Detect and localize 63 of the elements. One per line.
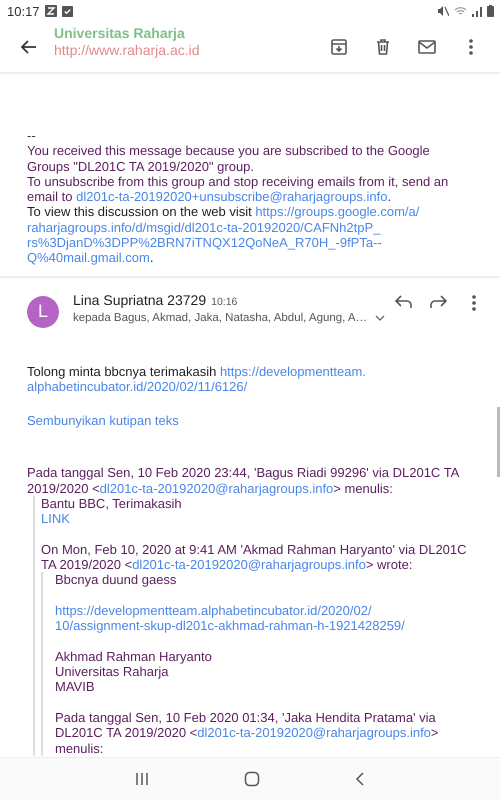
- email-text: DL201C TA 2019/2020 <: [55, 725, 198, 740]
- more-icon: [468, 38, 474, 56]
- home-icon[interactable]: [244, 771, 260, 787]
- more-icon: [471, 294, 478, 312]
- link[interactable]: 10/assignment-skup-dl201c-akhmad-rahman-h-1921428259/: [55, 618, 405, 634]
- email-text: MAVIB: [55, 679, 94, 694]
- email-text: Akhmad Rahman Haryanto: [55, 648, 212, 664]
- email-text: Pada tanggal Sen, 10 Feb 2020 23:44, 'Bagus Riadi 99296' via DL201C TA: [27, 465, 460, 480]
- mute-icon: [437, 5, 449, 17]
- link[interactable]: https://groups.google.com/a/: [255, 204, 420, 220]
- chevron-down-icon[interactable]: [375, 314, 386, 321]
- reply-icon: [392, 294, 413, 310]
- link[interactable]: rs%3DjanD%3DPP%2BRN7iTNQX12QoNeA_R70H_-9fPTa--: [27, 235, 382, 250]
- trash-icon: [374, 38, 392, 56]
- archive-icon: [330, 38, 348, 56]
- link[interactable]: dl201c-ta-20192020@raharjagroups.info: [197, 725, 431, 740]
- email-text: email to: [27, 189, 74, 204]
- link[interactable]: dl201c-ta-20192020+unsubscribe@raharjagroups.info: [76, 189, 388, 204]
- signal-icon: [472, 6, 482, 16]
- email-text: Groups "DL201C TA 2019/2020" group.: [27, 158, 254, 174]
- email-text: To unsubscribe from this group and stop receiving emails from it, send an: [27, 174, 448, 189]
- wifi-icon: [454, 6, 467, 16]
- link[interactable]: https://developmentteam.: [220, 364, 366, 379]
- forward-icon: [428, 294, 449, 310]
- scrollbar[interactable]: [497, 407, 500, 477]
- email-text: .: [387, 189, 392, 204]
- link[interactable]: Q%40mail.gmail.com: [27, 250, 150, 266]
- link[interactable]: https://developmentteam.alphabetincubator.id/2020/02/: [55, 602, 372, 618]
- recipients: kepada Bagus, Akmad, Jaka, Natasha, Abdul, Agung, A…: [73, 312, 368, 324]
- email-text: Pada tanggal Sen, 10 Feb 2020 01:34, 'Jaka Hendita Pratama' via: [55, 710, 436, 726]
- avatar: L: [27, 296, 59, 328]
- faded-url: http://www.raharja.ac.id: [54, 42, 200, 59]
- faded-title: Universitas Raharja: [54, 25, 186, 42]
- email-text: On Mon, Feb 10, 2020 at 9:41 AM 'Akmad Rahman Haryanto' via DL201C: [41, 542, 467, 557]
- checkbox-icon: [62, 6, 73, 16]
- link[interactable]: raharjagroups.info/d/msgid/dl201c-ta-20192020/CAFNh2tpP_: [27, 220, 380, 235]
- link[interactable]: dl201c-ta-20192020@raharjagroups.info: [132, 557, 366, 572]
- email-text: --: [27, 128, 36, 143]
- email-text: .: [150, 250, 154, 266]
- email-text: You received this message because you are subscribed to the Google: [27, 143, 430, 158]
- email-text: Universitas Raharja: [55, 664, 168, 680]
- email-text: 2019/2020 <: [27, 480, 100, 496]
- status-time: 10:17: [7, 4, 40, 18]
- email-text: Tolong minta bbcnya terimakasih: [27, 364, 218, 379]
- notification-icon: [44, 5, 57, 17]
- message-time: 10:16: [211, 296, 238, 308]
- email-text: > wrote:: [366, 557, 412, 572]
- sender-name: Lina Supriatna 23729: [73, 292, 206, 308]
- email-text: > menulis:: [333, 480, 393, 496]
- email-text: >: [430, 725, 439, 740]
- email-text: Bbcnya duund gaess: [55, 572, 176, 588]
- link[interactable]: alphabetincubator.id/2020/02/11/6126/: [27, 378, 248, 394]
- email-text: To view this discussion on the web visit: [27, 204, 253, 220]
- link[interactable]: dl201c-ta-20192020@raharjagroups.info: [100, 480, 334, 496]
- email-text: Bantu BBC, Terimakasih: [41, 496, 182, 511]
- email-text: TA 2019/2020 <: [41, 557, 132, 572]
- battery-icon: [487, 5, 494, 17]
- hide-quoted-text-link[interactable]: Sembunyikan kutipan teks: [27, 413, 179, 428]
- link[interactable]: LINK: [41, 511, 70, 526]
- recent-apps-icon[interactable]: [135, 772, 149, 786]
- email-text: menulis:: [55, 740, 104, 756]
- back-icon[interactable]: [355, 771, 365, 787]
- envelope-icon: [417, 38, 437, 56]
